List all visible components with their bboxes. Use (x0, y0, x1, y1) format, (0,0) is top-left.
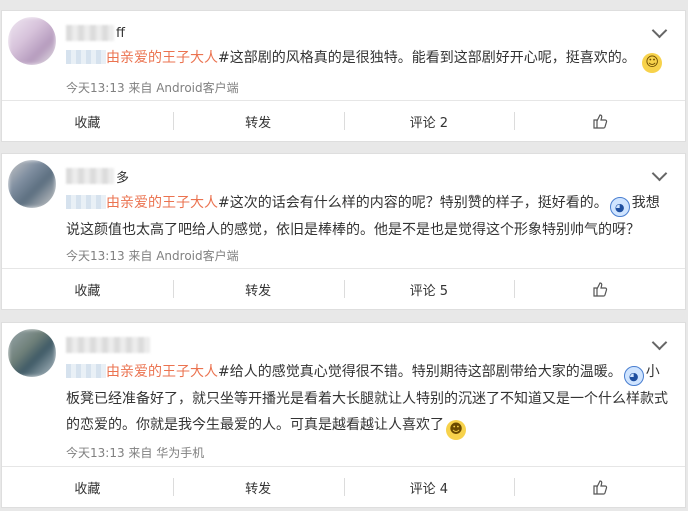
username[interactable]: ff (66, 23, 125, 43)
thumbs-up-icon (593, 480, 607, 495)
like-button[interactable] (514, 269, 685, 309)
post-text: 由亲爱的王子大人#给人的感觉真心觉得很不错。特别期待这部剧带给大家的温暖。 ◕ 小板… (66, 359, 673, 440)
repost-button[interactable]: 转发 (172, 467, 344, 507)
repost-button[interactable]: 转发 (172, 269, 344, 309)
chevron-down-icon[interactable] (651, 334, 668, 351)
post-text: 由亲爱的王子大人#这部剧的风格真的是很独特。能看到这部剧好开心呢，挺喜欢的。 ☺ (66, 45, 673, 73)
avatar[interactable] (8, 329, 56, 377)
blurred-hashtag (66, 50, 106, 64)
post-content: #给人的感觉真心觉得很不错。特别期待这部剧带给大家的温暖。 (218, 364, 622, 380)
action-bar: 收藏 转发 评论 4 (2, 466, 685, 507)
doraemon-icon: ◕ (609, 197, 630, 217)
action-bar: 收藏 转发 评论 5 (2, 268, 685, 309)
blurred-hashtag (66, 195, 106, 209)
post-text: 由亲爱的王子大人#这次的话会有什么样的内容的呢？特别赞的样子，挺好看的。 ◕ 我想说… (66, 190, 673, 243)
post-card: 由亲爱的王子大人#给人的感觉真心觉得很不错。特别期待这部剧带给大家的温暖。 ◕ 小板… (1, 322, 686, 508)
username[interactable] (66, 335, 152, 355)
topic-link[interactable]: 由亲爱的王子大人 (106, 195, 218, 211)
action-bar: 收藏 转发 评论 2 (2, 100, 685, 141)
post-card: 多 由亲爱的王子大人#这次的话会有什么样的内容的呢？特别赞的样子，挺好看的。 ◕ 我… (1, 153, 686, 310)
avatar[interactable] (8, 17, 56, 65)
like-button[interactable] (514, 467, 685, 507)
post-card: ff 由亲爱的王子大人#这部剧的风格真的是很独特。能看到这部剧好开心呢，挺喜欢的… (1, 10, 686, 142)
comment-button[interactable]: 评论 5 (343, 269, 515, 309)
post-meta: 今天13:13 来自 华为手机 (66, 446, 205, 460)
comment-button[interactable]: 评论 4 (343, 467, 515, 507)
thumbs-up-icon (593, 114, 607, 129)
post-content: #这次的话会有什么样的内容的呢？特别赞的样子，挺好看的。 (218, 195, 608, 211)
blurred-hashtag (66, 364, 106, 378)
thumbs-up-icon (593, 282, 607, 297)
smile-icon: ☺ (642, 53, 663, 73)
favorite-button[interactable]: 收藏 (2, 269, 173, 309)
doraemon-icon: ◕ (623, 366, 644, 386)
username[interactable]: 多 (66, 166, 129, 186)
post-meta: 今天13:13 来自 Android客户端 (66, 249, 239, 263)
grin-icon: ☻ (446, 420, 466, 440)
repost-button[interactable]: 转发 (172, 101, 344, 141)
blurred-name (66, 25, 114, 41)
post-content: #这部剧的风格真的是很独特。能看到这部剧好开心呢，挺喜欢的。 (218, 50, 636, 66)
post-meta: 今天13:13 来自 Android客户端 (66, 81, 239, 95)
comment-button[interactable]: 评论 2 (343, 101, 515, 141)
blurred-name (66, 168, 114, 184)
chevron-down-icon[interactable] (651, 165, 668, 182)
chevron-down-icon[interactable] (651, 22, 668, 39)
topic-link[interactable]: 由亲爱的王子大人 (106, 364, 218, 380)
favorite-button[interactable]: 收藏 (2, 467, 173, 507)
favorite-button[interactable]: 收藏 (2, 101, 173, 141)
avatar[interactable] (8, 160, 56, 208)
topic-link[interactable]: 由亲爱的王子大人 (106, 50, 218, 66)
blurred-name (66, 337, 150, 353)
like-button[interactable] (514, 101, 685, 141)
